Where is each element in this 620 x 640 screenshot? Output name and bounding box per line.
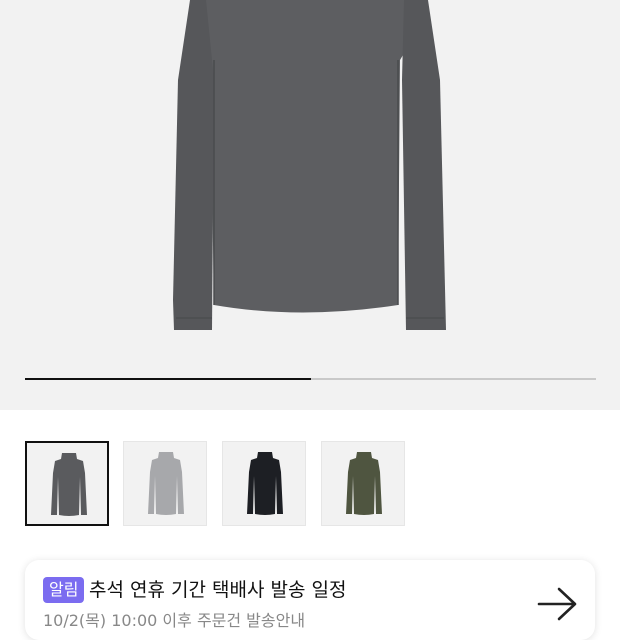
color-thumbnail-list xyxy=(25,441,425,528)
thumbnail-charcoal[interactable] xyxy=(25,441,109,526)
thumbnail-olive[interactable] xyxy=(321,441,405,526)
thumbnail-image xyxy=(148,452,184,515)
notice-banner[interactable]: 알림 추석 연휴 기간 택배사 발송 일정 10/2(목) 10:00 이후 주… xyxy=(25,560,595,640)
arrow-right-icon[interactable] xyxy=(537,586,579,622)
thumbnail-image xyxy=(51,453,87,516)
product-image xyxy=(173,0,446,330)
thumbnail-light-gray[interactable] xyxy=(123,441,207,526)
notice-badge: 알림 xyxy=(43,577,85,603)
thumbnail-black[interactable] xyxy=(222,441,306,526)
product-image-carousel[interactable] xyxy=(0,0,620,410)
carousel-progress-fill xyxy=(25,378,311,380)
notice-subtitle: 10/2(목) 10:00 이후 주문건 발송안내 xyxy=(43,611,306,630)
thumbnail-image xyxy=(247,452,283,515)
notice-title: 추석 연휴 기간 택배사 발송 일정 xyxy=(89,579,347,601)
thumbnail-image xyxy=(346,452,382,515)
carousel-progress-bar xyxy=(25,378,596,380)
